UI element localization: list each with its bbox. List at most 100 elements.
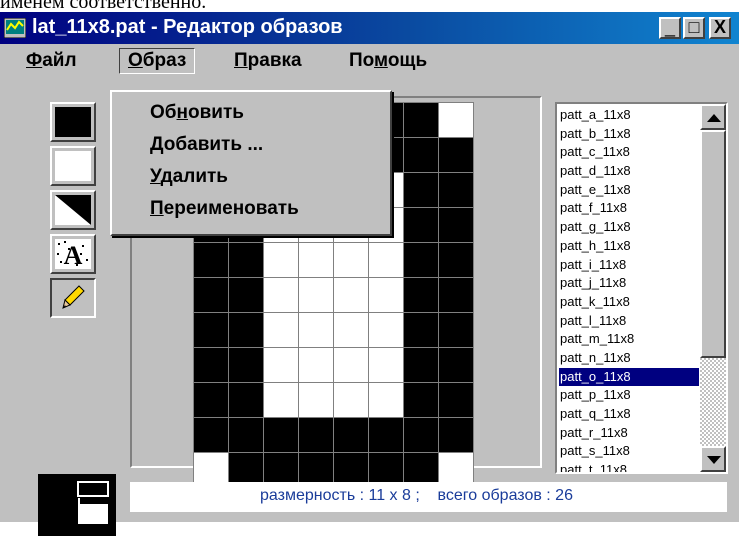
letter-tool[interactable]: A [50,234,96,274]
pattern-cell[interactable] [334,278,369,313]
rename-label: ереименовать [163,198,299,219]
scroll-down-button[interactable] [700,446,726,472]
pattern-cell[interactable] [439,418,474,453]
pattern-cell[interactable] [439,348,474,383]
pattern-cell[interactable] [369,278,404,313]
menu-edit[interactable]: Правка [234,50,302,72]
pattern-cell[interactable] [439,173,474,208]
pattern-cell[interactable] [334,348,369,383]
scroll-up-button[interactable] [700,104,726,130]
pattern-list-item[interactable]: patt_s_11x8 [559,442,699,461]
pattern-cell[interactable] [299,383,334,418]
pattern-list-item[interactable]: patt_l_11x8 [559,312,699,331]
pattern-list-item[interactable]: patt_j_11x8 [559,274,699,293]
menu-pattern[interactable]: Образ [119,48,196,74]
pattern-cell[interactable] [404,138,439,173]
pattern-list-item[interactable]: patt_d_11x8 [559,162,699,181]
pattern-cell[interactable] [404,243,439,278]
pattern-cell[interactable] [229,313,264,348]
pattern-cell[interactable] [404,418,439,453]
pattern-cell[interactable] [299,418,334,453]
pattern-cell[interactable] [264,383,299,418]
pattern-cell[interactable] [439,383,474,418]
pattern-listbox[interactable]: patt_a_11x8 patt_b_11x8 patt_c_11x8 patt_d_… [555,102,728,474]
pattern-list-item[interactable]: patt_o_11x8 [559,367,699,387]
pattern-cell[interactable] [439,208,474,243]
pattern-cell[interactable] [229,243,264,278]
pattern-cell[interactable] [194,243,229,278]
pattern-cell[interactable] [194,418,229,453]
pattern-list-item[interactable]: patt_h_11x8 [559,237,699,256]
pattern-cell[interactable] [334,418,369,453]
pattern-cell[interactable] [194,313,229,348]
pattern-cell[interactable] [439,243,474,278]
menu-item-delete[interactable]: Удалить [150,166,228,188]
minimize-button[interactable]: _ [659,17,681,39]
pattern-cell[interactable] [439,103,474,138]
pattern-cell[interactable] [369,348,404,383]
menu-item-refresh[interactable]: Обновить [150,102,244,124]
scroll-thumb[interactable] [700,130,726,358]
pattern-cell[interactable] [334,383,369,418]
close-button[interactable]: X [709,17,731,39]
pattern-cell[interactable] [404,278,439,313]
pattern-list-item[interactable]: patt_b_11x8 [559,125,699,144]
pattern-list-item[interactable]: patt_q_11x8 [559,405,699,424]
pattern-list-item[interactable]: patt_c_11x8 [559,143,699,162]
pattern-list-item[interactable]: patt_a_11x8 [559,106,699,125]
pattern-cell[interactable] [229,348,264,383]
pattern-cell[interactable] [404,208,439,243]
pattern-cell[interactable] [194,383,229,418]
pattern-cell[interactable] [194,348,229,383]
fill-diagonal-tool[interactable] [50,190,96,230]
pattern-list-item[interactable]: patt_p_11x8 [559,386,699,405]
menu-help[interactable]: Помощь [349,50,427,72]
pattern-cell[interactable] [264,278,299,313]
pattern-cell[interactable] [194,278,229,313]
pattern-cell[interactable] [229,383,264,418]
pattern-cell[interactable] [439,278,474,313]
fill-black-tool[interactable] [50,102,96,142]
pattern-cell[interactable] [264,418,299,453]
pattern-list-item[interactable]: patt_r_11x8 [559,424,699,443]
pattern-cell[interactable] [299,243,334,278]
pattern-cell[interactable] [369,383,404,418]
pattern-list-item[interactable]: patt_e_11x8 [559,181,699,200]
menu-item-add[interactable]: Добавить ... [150,134,263,156]
pattern-cell[interactable] [299,278,334,313]
pattern-list-item[interactable]: patt_k_11x8 [559,293,699,312]
pattern-cell[interactable] [369,313,404,348]
pattern-cell[interactable] [334,243,369,278]
arrow-down-icon [707,456,721,464]
pattern-cell[interactable] [264,313,299,348]
pattern-cell[interactable] [404,383,439,418]
pattern-cell[interactable] [404,313,439,348]
pattern-list-item[interactable]: patt_i_11x8 [559,256,699,275]
pattern-cell[interactable] [264,243,299,278]
pencil-tool[interactable] [50,278,96,318]
pattern-cell[interactable] [404,103,439,138]
pattern-cell[interactable] [299,313,334,348]
pattern-cell[interactable] [439,313,474,348]
fill-white-tool[interactable] [50,146,96,186]
title-bar[interactable]: lat_11x8.pat - Редактор образов _ □ X [0,12,739,44]
pattern-cell[interactable] [369,243,404,278]
pattern-cell[interactable] [229,418,264,453]
pattern-cell[interactable] [264,348,299,383]
pattern-list-item[interactable]: patt_t_11x8 [559,461,699,472]
pattern-cell[interactable] [369,418,404,453]
pattern-cell[interactable] [439,138,474,173]
pattern-list-item[interactable]: patt_f_11x8 [559,199,699,218]
menu-file[interactable]: Файл [26,50,77,72]
pattern-list-item[interactable]: patt_n_11x8 [559,349,699,368]
pattern-cell[interactable] [299,348,334,383]
pattern-cell[interactable] [404,348,439,383]
list-scrollbar[interactable] [700,104,726,472]
pattern-cell[interactable] [229,278,264,313]
pattern-cell[interactable] [334,313,369,348]
pattern-list-item[interactable]: patt_m_11x8 [559,330,699,349]
menu-item-rename[interactable]: Переименовать [150,198,299,220]
pattern-list-item[interactable]: patt_g_11x8 [559,218,699,237]
pattern-cell[interactable] [404,173,439,208]
maximize-button[interactable]: □ [683,17,705,39]
